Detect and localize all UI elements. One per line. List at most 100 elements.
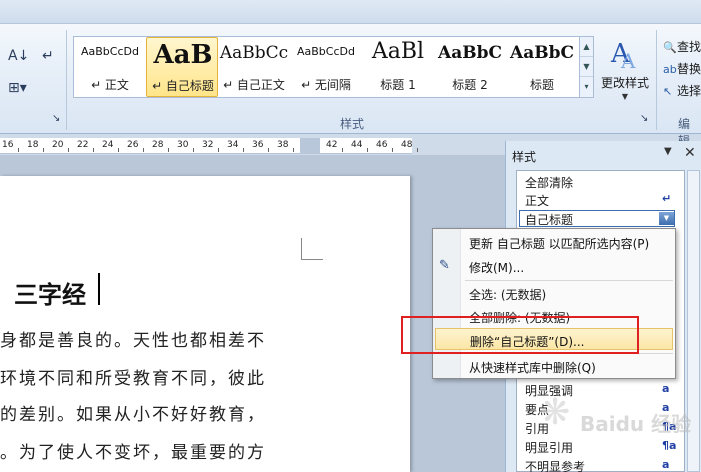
replace-button[interactable]: ab替换 <box>663 60 701 77</box>
ruler-number: 30 <box>177 140 189 150</box>
style-item-normal[interactable]: 正文 <box>525 192 549 209</box>
style-item[interactable]: 不明显参考 <box>525 458 585 472</box>
ruler-tick <box>243 148 244 152</box>
watermark-text: Baidu 经验 <box>580 412 692 436</box>
chevron-down-icon: ▼ <box>621 92 629 101</box>
ruler-number: 46 <box>376 140 388 150</box>
body-line[interactable]: 环境不同和所受教育不同，彼此 <box>0 364 266 389</box>
style-item-custom-heading: 自己标题 <box>525 213 574 227</box>
style-name: ↵ 自己正文 <box>223 78 285 92</box>
ribbon: A↓ ↵ ⊞▾ AaBbCcDd ↵ 正文 AaB ↵ 自己标题 AaBbCc ↵ 自己正… <box>0 0 701 148</box>
text-caret <box>98 273 100 305</box>
find-button[interactable]: 🔍查找 <box>663 38 701 55</box>
change-styles-icon: A A <box>610 39 636 73</box>
menu-item-update-style[interactable]: 更新 自己标题 以匹配所选内容(P) <box>433 231 675 253</box>
style-tile[interactable]: AaBbCcDd ↵ 无间隔 <box>290 37 362 97</box>
menu-item-select-all[interactable]: 全选: (无数据) <box>433 282 675 304</box>
style-tile[interactable]: AaBbC 标题 <box>506 37 578 97</box>
paragraph-launcher-icon[interactable]: ↘ <box>52 113 60 124</box>
show-marks-icon[interactable]: ↵ <box>42 48 54 64</box>
dropdown-arrow-icon[interactable]: ▼ <box>659 212 674 225</box>
style-name: ↵ 自己标题 <box>152 79 214 93</box>
ruler-number: 36 <box>252 140 264 150</box>
sort-icon[interactable]: A↓ <box>8 48 29 64</box>
gallery-up-icon[interactable]: ▲ <box>580 37 593 57</box>
ruler-tick <box>93 148 94 152</box>
style-name: ↵ 无间隔 <box>301 78 351 92</box>
style-tile[interactable]: AaBl 标题 1 <box>362 37 434 97</box>
ruler-number: 34 <box>227 140 239 150</box>
ruler-number: 24 <box>102 140 114 150</box>
paw-logo-icon: ❋ <box>540 392 571 433</box>
style-name: ↵ 正文 <box>91 78 129 92</box>
select-button[interactable]: ↖ 选择 <box>663 82 701 99</box>
svg-text:A: A <box>620 49 636 73</box>
body-line[interactable]: 身都是善良的。天性也都相差不 <box>0 326 266 351</box>
style-preview: AaBbCc <box>219 43 289 63</box>
ruler-number: 26 <box>127 140 139 150</box>
menu-item-remove-from-gallery[interactable]: 从快速样式库中删除(Q) <box>433 355 675 377</box>
style-gallery: AaBbCcDd ↵ 正文 AaB ↵ 自己标题 AaBbCc ↵ 自己正文 AaBbCcD… <box>73 36 580 98</box>
borders-icon[interactable]: ⊞▾ <box>8 80 27 96</box>
modify-icon: ✎ <box>439 258 450 273</box>
ribbon-top-strip <box>0 0 701 24</box>
styles-group-label: 样式 <box>340 117 365 131</box>
style-tile[interactable]: AaBbCcDd ↵ 正文 <box>74 37 146 97</box>
style-item-clear-all[interactable]: 全部清除 <box>525 174 573 191</box>
styles-launcher-icon[interactable]: ↘ <box>640 113 648 124</box>
style-name: 标题 1 <box>380 78 416 92</box>
change-styles-button[interactable]: A A 更改样式 ▼ <box>597 34 653 106</box>
body-line[interactable]: 的差别。如果从小不好好教育， <box>0 400 266 425</box>
ruler-number: 48 <box>401 140 413 150</box>
styles-pane-title: 样式 <box>512 150 537 164</box>
ruler-tick <box>168 148 169 152</box>
ruler-number: 18 <box>27 140 39 150</box>
ruler-tick <box>68 148 69 152</box>
replace-label: 替换 <box>677 62 701 76</box>
style-tile[interactable]: AaBbC 标题 2 <box>434 37 506 97</box>
document-heading[interactable]: 三字经 <box>14 275 86 310</box>
group-separator <box>66 30 67 130</box>
ruler-tick <box>268 148 269 152</box>
gallery-more-icon[interactable]: ▾ <box>580 77 593 97</box>
style-name: 标题 2 <box>452 78 488 92</box>
menu-item-modify[interactable]: ✎ 修改(M)... <box>433 255 675 277</box>
watermark: ❋ Baidu 经验 <box>540 392 700 452</box>
ruler-tick <box>118 148 119 152</box>
ruler-number: 22 <box>77 140 89 150</box>
ruler-margin <box>300 138 320 154</box>
close-icon[interactable]: ✕ <box>684 145 696 161</box>
gallery-scroll[interactable]: ▲ ▼ ▾ <box>580 36 594 98</box>
style-tile[interactable]: AaBbCc ↵ 自己正文 <box>218 37 290 97</box>
menu-item-label: 全选: (无数据) <box>469 288 547 302</box>
pane-menu-icon[interactable]: ▼ <box>664 146 672 157</box>
ruler-number: 32 <box>202 140 214 150</box>
document-page[interactable] <box>0 176 410 472</box>
gallery-down-icon[interactable]: ▼ <box>580 57 593 77</box>
replace-icon: ab <box>663 63 677 76</box>
menu-item-label: 更新 自己标题 以匹配所选内容(P) <box>469 237 650 251</box>
ruler-tick <box>367 148 368 152</box>
ruler-number: 38 <box>277 140 289 150</box>
crop-mark <box>301 238 323 260</box>
body-line[interactable]: 。为了使人不变坏，最重要的方 <box>0 438 266 463</box>
menu-item-label: 修改(M)... <box>469 261 525 275</box>
menu-separator <box>465 280 673 281</box>
style-preview: AaB <box>153 40 213 70</box>
group-separator <box>656 30 657 130</box>
style-name: 标题 <box>529 78 554 92</box>
ruler-tick <box>392 148 393 152</box>
menu-item-label: 从快速样式库中删除(Q) <box>469 361 596 375</box>
ruler-tick <box>193 148 194 152</box>
ruler-tick <box>18 148 19 152</box>
ruler-tick <box>43 148 44 152</box>
style-item-selected[interactable]: 自己标题 ▼ <box>519 210 675 227</box>
paragraph-mark-icon: ↵ <box>662 192 672 205</box>
ruler-number: 42 <box>326 140 338 150</box>
ruler-tick <box>342 148 343 152</box>
style-preview: AaBl <box>371 39 425 64</box>
style-tile[interactable]: AaB ↵ 自己标题 <box>146 37 218 97</box>
ruler-tick <box>293 148 294 152</box>
highlight-annotation-box <box>401 316 639 354</box>
ruler-tick <box>218 148 219 152</box>
